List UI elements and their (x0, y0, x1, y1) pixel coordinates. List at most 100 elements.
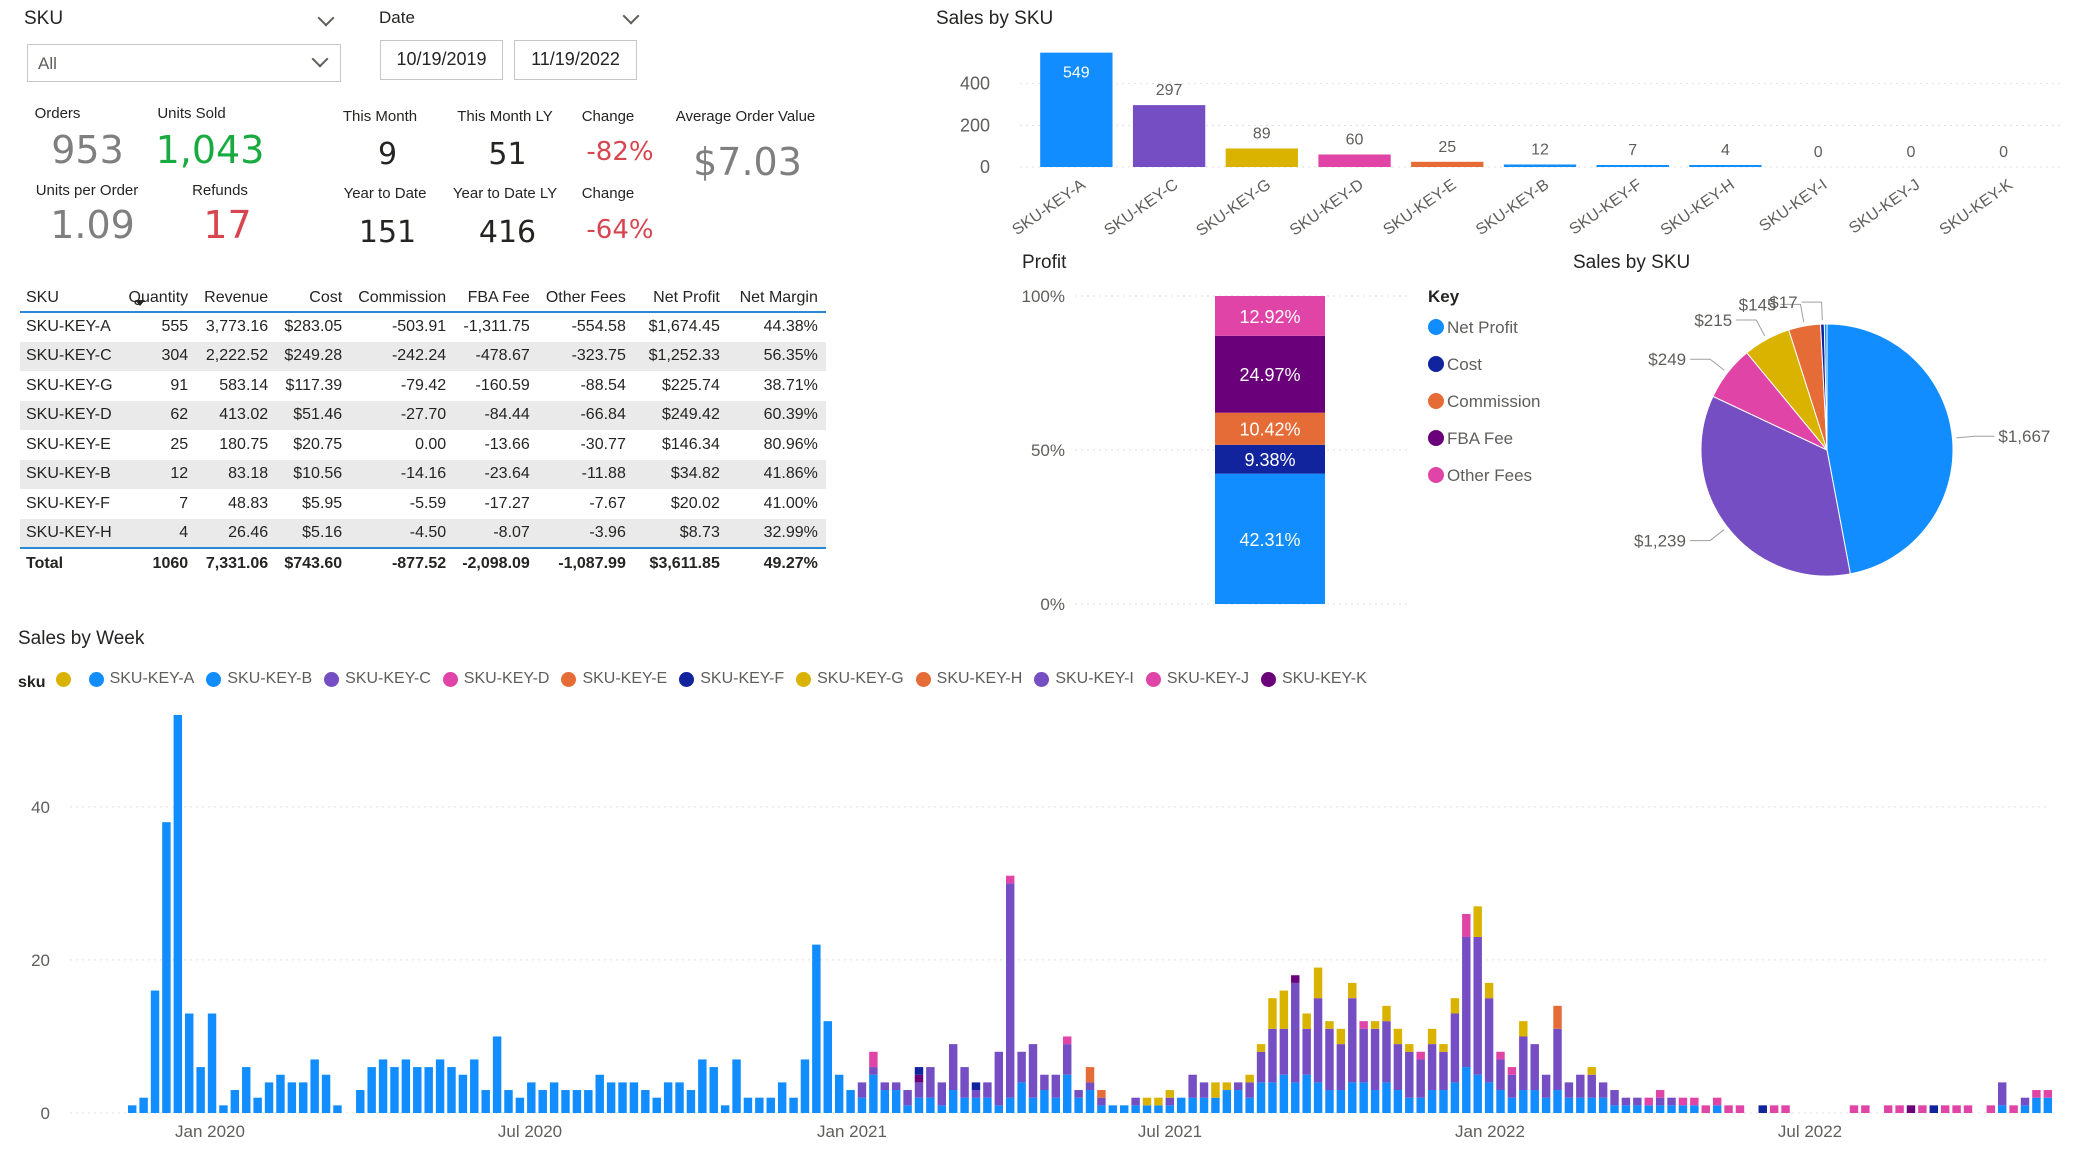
pie-slice[interactable] (1826, 323, 1954, 575)
column-header-commission[interactable]: Commission (350, 270, 454, 312)
week-bar-segment[interactable] (629, 1082, 639, 1113)
week-bar-segment[interactable] (1131, 1105, 1140, 1113)
week-bar-segment[interactable] (994, 1051, 1004, 1106)
legend-item[interactable]: SKU-KEY-A (88, 670, 194, 688)
week-bar-segment[interactable] (447, 1067, 456, 1113)
week-bar-segment[interactable] (1473, 1074, 1482, 1113)
week-bar-segment[interactable] (1427, 1044, 1437, 1091)
week-bar-segment[interactable] (1028, 1044, 1038, 1098)
week-bar-segment[interactable] (1667, 1097, 1676, 1106)
week-bar-segment[interactable] (698, 1059, 707, 1113)
week-bar-segment[interactable] (1519, 1090, 1528, 1113)
week-bar-segment[interactable] (1393, 1090, 1403, 1113)
week-bar-segment[interactable] (891, 1082, 901, 1091)
week-bar-segment[interactable] (595, 1074, 604, 1113)
week-bar-segment[interactable] (1154, 1097, 1163, 1106)
legend-label[interactable]: Cost (1447, 355, 1482, 374)
week-bar-segment[interactable] (1062, 1036, 1072, 1045)
week-bar-segment[interactable] (1610, 1105, 1619, 1113)
week-bar-segment[interactable] (1678, 1097, 1688, 1106)
week-bar-segment[interactable] (401, 1059, 411, 1113)
week-bar-segment[interactable] (1028, 1097, 1038, 1113)
week-bar-segment[interactable] (1735, 1105, 1745, 1113)
bar-sku-key-e[interactable] (1411, 161, 1484, 167)
week-bar-segment[interactable] (1633, 1105, 1642, 1113)
week-bar-segment[interactable] (1530, 1090, 1539, 1113)
week-bar-segment[interactable] (219, 1105, 228, 1113)
week-bar-segment[interactable] (926, 1067, 935, 1098)
week-bar-segment[interactable] (1005, 875, 1015, 884)
table-row[interactable]: SKU-KEY-F 7 48.83 $5.95 -5.59 -17.27 -7.67 $20.… (20, 489, 826, 519)
week-bar-segment[interactable] (390, 1067, 399, 1113)
week-bar-segment[interactable] (1051, 1074, 1061, 1098)
week-bar-segment[interactable] (1952, 1105, 1961, 1113)
week-bar-segment[interactable] (914, 1082, 924, 1098)
week-bar-segment[interactable] (1268, 1082, 1277, 1113)
week-bar-segment[interactable] (435, 1059, 445, 1113)
week-bar-segment[interactable] (549, 1082, 559, 1113)
week-bar-segment[interactable] (869, 1051, 878, 1068)
week-bar-segment[interactable] (1473, 906, 1482, 937)
week-bar-segment[interactable] (1861, 1105, 1870, 1113)
table-row[interactable]: SKU-KEY-D 62 413.02 $51.46 -27.70 -84.44 -66.8… (20, 400, 826, 430)
week-bar-segment[interactable] (1382, 1005, 1391, 1022)
week-bar-segment[interactable] (1439, 1051, 1448, 1091)
week-bar-segment[interactable] (903, 1090, 912, 1106)
week-bar-segment[interactable] (1222, 1090, 1232, 1113)
bar-sku-key-f[interactable] (1596, 165, 1669, 167)
week-bar-segment[interactable] (606, 1082, 616, 1113)
week-bar-segment[interactable] (333, 1105, 342, 1113)
week-bar-segment[interactable] (287, 1082, 297, 1113)
week-bar-segment[interactable] (1279, 1028, 1289, 1075)
sku-dropdown[interactable]: All (27, 44, 341, 82)
week-bar-segment[interactable] (618, 1082, 627, 1113)
week-bar-segment[interactable] (481, 1090, 490, 1113)
week-bar-segment[interactable] (1325, 1028, 1334, 1091)
week-bar-segment[interactable] (1302, 1074, 1311, 1113)
week-bar-segment[interactable] (1062, 1044, 1072, 1075)
week-bar-segment[interactable] (1462, 936, 1471, 1068)
week-bar-segment[interactable] (139, 1097, 148, 1113)
week-bar-segment[interactable] (1268, 1028, 1277, 1083)
column-header-net-margin[interactable]: Net Margin (728, 270, 826, 312)
week-bar-segment[interactable] (1256, 1051, 1266, 1083)
week-bar-segment[interactable] (1142, 1105, 1152, 1113)
bar-sku-key-b[interactable] (1503, 164, 1577, 168)
week-bar-segment[interactable] (1576, 1074, 1585, 1098)
bar-sku-key-g[interactable] (1225, 148, 1298, 167)
week-bar-segment[interactable] (1450, 1082, 1460, 1113)
week-bar-segment[interactable] (1530, 1044, 1539, 1091)
week-bar-segment[interactable] (1507, 1074, 1517, 1098)
week-bar-segment[interactable] (150, 990, 160, 1113)
week-bar-segment[interactable] (1496, 1051, 1505, 1060)
week-bar-segment[interactable] (994, 1105, 1004, 1113)
week-bar-segment[interactable] (1986, 1105, 1996, 1113)
week-bar-segment[interactable] (971, 1082, 981, 1091)
week-bar-segment[interactable] (561, 1090, 570, 1113)
week-bar-segment[interactable] (1062, 1074, 1072, 1113)
week-bar-segment[interactable] (1382, 1082, 1391, 1113)
legend-item[interactable]: SKU-KEY-H (915, 670, 1022, 688)
week-bar-segment[interactable] (1177, 1097, 1186, 1113)
week-bar-segment[interactable] (937, 1105, 947, 1113)
week-bar-segment[interactable] (1690, 1097, 1699, 1106)
column-header-sku[interactable]: SKU (20, 270, 121, 312)
week-bar-segment[interactable] (1712, 1105, 1722, 1113)
week-bar-segment[interactable] (983, 1082, 992, 1098)
week-bar-segment[interactable] (1416, 1059, 1425, 1098)
week-bar-segment[interactable] (1405, 1051, 1414, 1098)
week-bar-segment[interactable] (1655, 1105, 1665, 1113)
week-bar-segment[interactable] (846, 1090, 855, 1113)
week-bar-segment[interactable] (1165, 1090, 1175, 1098)
week-bar-segment[interactable] (1348, 998, 1357, 1083)
week-bar-segment[interactable] (1587, 1067, 1596, 1075)
week-bar-segment[interactable] (1291, 975, 1300, 983)
week-bar-segment[interactable] (1245, 1097, 1254, 1113)
week-bar-segment[interactable] (1587, 1097, 1596, 1113)
week-bar-segment[interactable] (971, 1090, 981, 1098)
week-bar-segment[interactable] (1564, 1097, 1574, 1113)
week-bar-segment[interactable] (960, 1097, 969, 1113)
week-bar-segment[interactable] (1325, 1021, 1334, 1029)
bar-sku-key-d[interactable] (1318, 154, 1391, 168)
week-bar-segment[interactable] (1005, 1097, 1015, 1113)
